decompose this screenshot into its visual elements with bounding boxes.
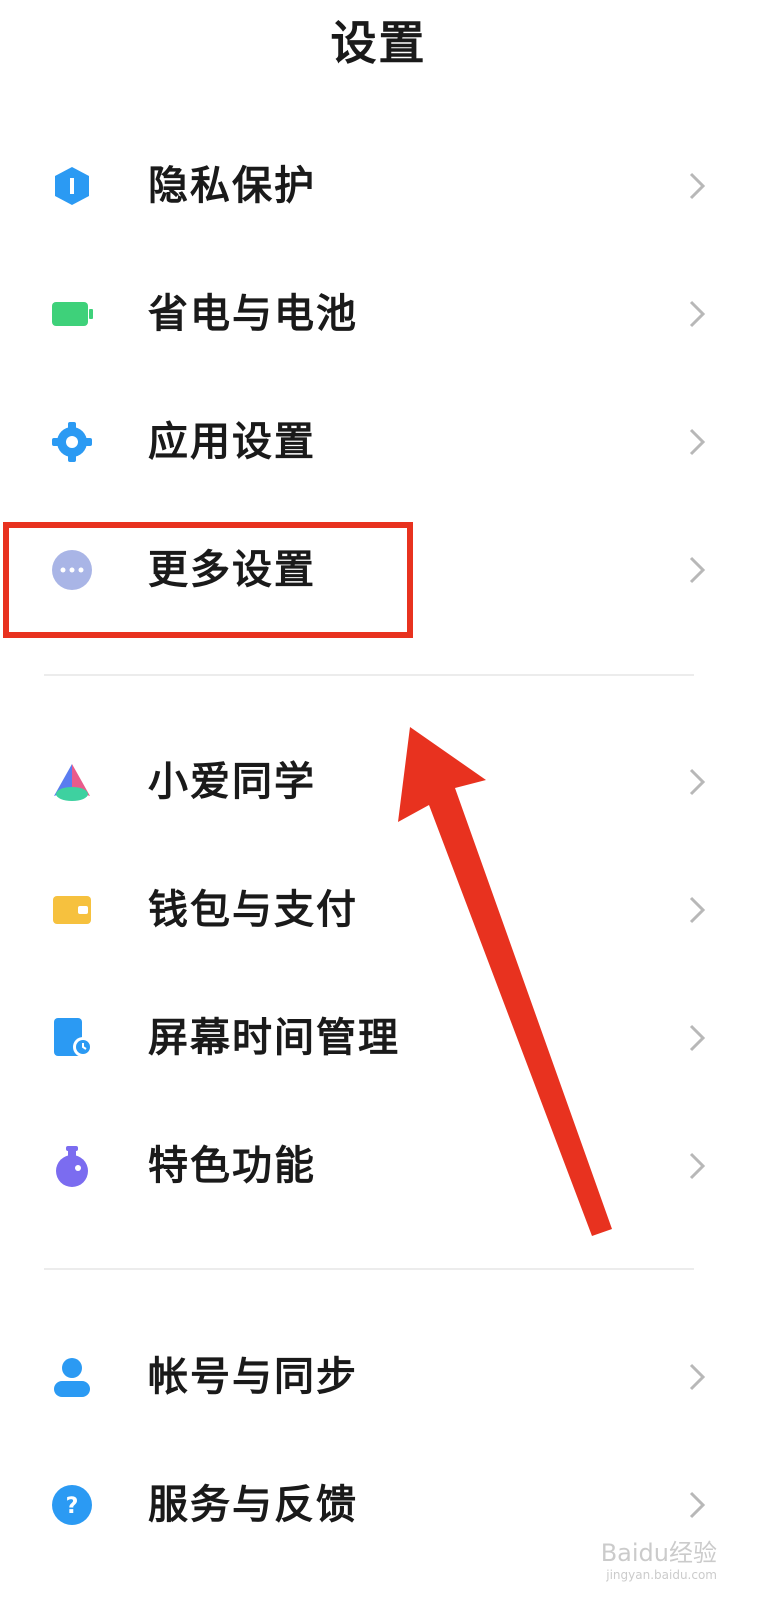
shield-icon (50, 164, 94, 208)
chevron-right-icon (685, 1022, 709, 1054)
watermark-subtext: jingyan.baidu.com (606, 1568, 717, 1582)
watermark-text: Baidu经验 (600, 1539, 717, 1567)
chevron-right-icon (685, 1361, 709, 1393)
chevron-right-icon (685, 170, 709, 202)
chevron-right-icon (685, 426, 709, 458)
potion-icon (50, 1144, 94, 1188)
settings-item-label: 帐号与同步 (148, 1354, 358, 1400)
settings-item-label: 应用设置 (148, 419, 316, 465)
settings-item-screen-time[interactable]: 屏幕时间管理 (0, 974, 757, 1102)
chevron-right-icon (685, 894, 709, 926)
settings-item-battery[interactable]: 省电与电池 (0, 250, 757, 378)
settings-item-label: 钱包与支付 (148, 887, 358, 933)
chevron-right-icon (685, 1150, 709, 1182)
gear-icon (50, 420, 94, 464)
watermark: Baidu经验 jingyan.baidu.com (601, 1533, 717, 1582)
wallet-icon (50, 888, 94, 932)
settings-item-xiaoai[interactable]: 小爱同学 (0, 718, 757, 846)
settings-item-label: 服务与反馈 (148, 1482, 358, 1528)
settings-item-label: 省电与电池 (148, 291, 358, 337)
chevron-right-icon (685, 298, 709, 330)
divider (44, 674, 694, 676)
settings-item-app-settings[interactable]: 应用设置 (0, 378, 757, 506)
account-icon (50, 1355, 94, 1399)
settings-item-label: 小爱同学 (148, 759, 316, 805)
settings-item-account-sync[interactable]: 帐号与同步 (0, 1313, 757, 1441)
highlight-box (3, 522, 413, 638)
settings-item-label: 特色功能 (148, 1143, 316, 1189)
xiaoai-icon (50, 760, 94, 804)
chevron-right-icon (685, 1489, 709, 1521)
svg-text:?: ? (66, 1494, 79, 1519)
page-title: 设置 (330, 16, 427, 70)
help-icon: ? (50, 1483, 94, 1527)
chevron-right-icon (685, 554, 709, 586)
settings-item-special-features[interactable]: 特色功能 (0, 1102, 757, 1230)
settings-item-privacy[interactable]: 隐私保护 (0, 122, 757, 250)
settings-item-label: 屏幕时间管理 (148, 1015, 400, 1061)
chevron-right-icon (685, 766, 709, 798)
divider (44, 1268, 694, 1270)
settings-item-label: 隐私保护 (148, 163, 316, 209)
battery-icon (50, 292, 94, 336)
settings-item-wallet[interactable]: 钱包与支付 (0, 846, 757, 974)
screen-time-icon (50, 1016, 94, 1060)
